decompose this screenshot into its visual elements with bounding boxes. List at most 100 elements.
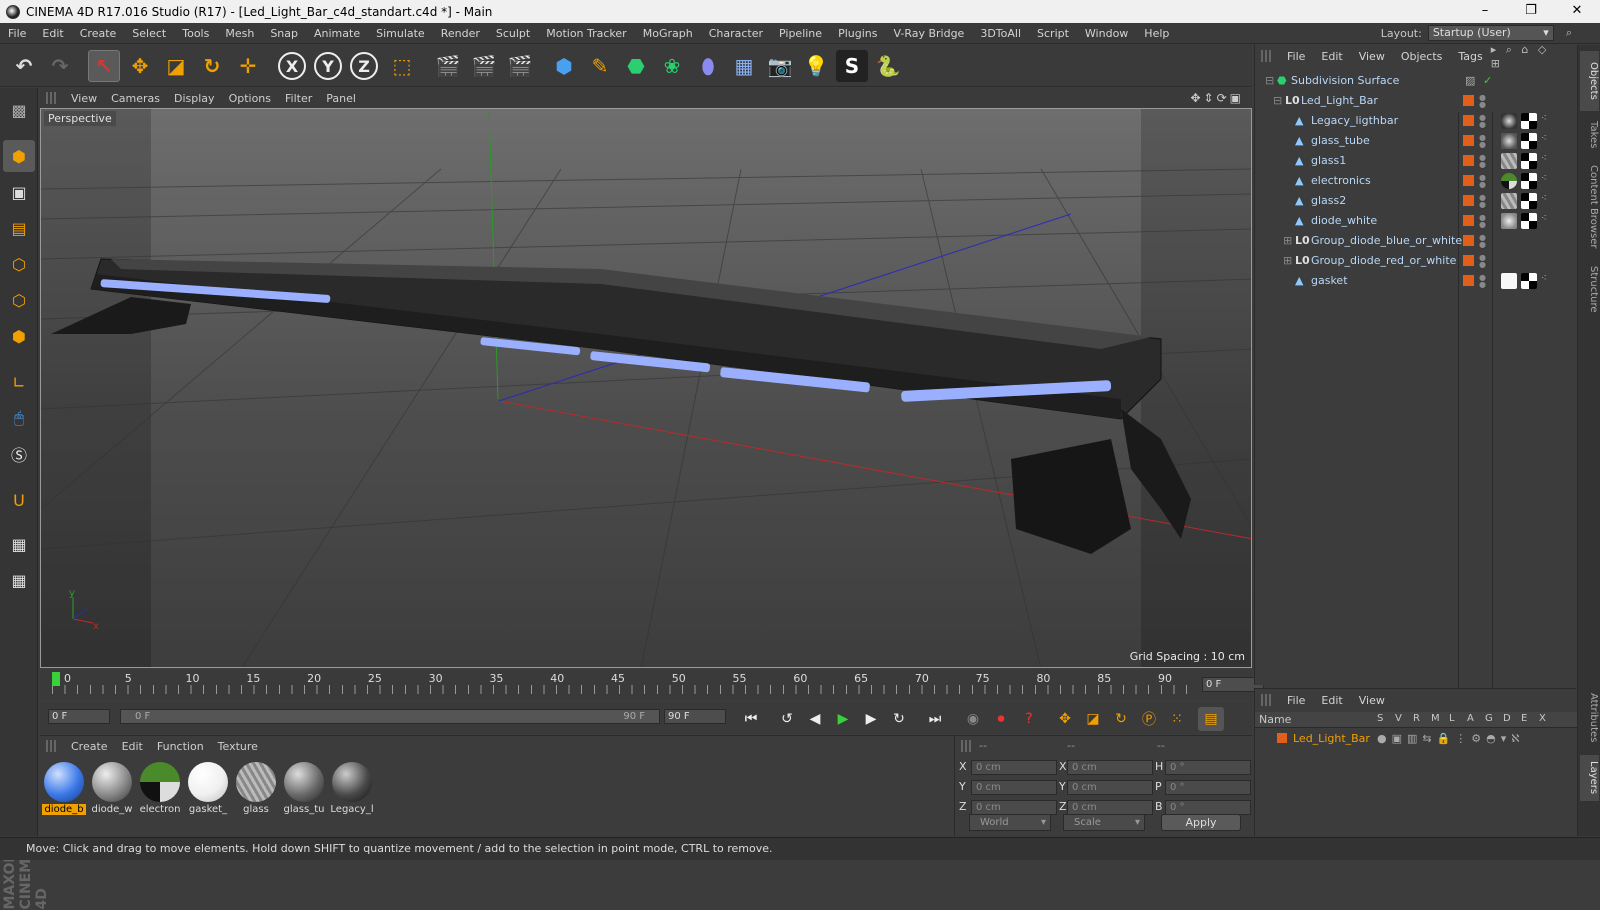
phong-tag-icon[interactable]: ⁖: [1541, 173, 1557, 189]
tab-takes[interactable]: Takes: [1580, 115, 1599, 155]
expand-icon[interactable]: ⊞: [1283, 254, 1292, 267]
material-tag-icon[interactable]: [1501, 113, 1517, 129]
render-settings-icon[interactable]: 🎬: [504, 50, 536, 82]
visibility-dots[interactable]: ● ●: [1479, 254, 1486, 269]
material-tag-icon[interactable]: [1501, 173, 1517, 189]
panel-grip-icon[interactable]: [1261, 694, 1271, 706]
z-axis-lock-icon[interactable]: Z: [350, 52, 378, 80]
viewport-nav-icons[interactable]: ✥⇕⟳▣: [1190, 91, 1244, 105]
x-axis-lock-icon[interactable]: X: [278, 52, 306, 80]
tab-objects[interactable]: Objects: [1580, 51, 1599, 111]
end-frame-field[interactable]: 90 F: [664, 709, 726, 724]
workplane-mode-icon[interactable]: ▤: [3, 212, 35, 244]
vray-icon[interactable]: S: [836, 50, 868, 82]
material-tag-icon[interactable]: [1501, 153, 1517, 169]
phong-tag-icon[interactable]: ⁖: [1541, 273, 1557, 289]
object-row[interactable]: ▲ electronics ● ● ⁖: [1255, 171, 1577, 191]
collapse-icon[interactable]: ⊟: [1265, 74, 1274, 87]
minimize-button[interactable]: –: [1462, 0, 1508, 23]
menu-animate[interactable]: Animate: [306, 23, 368, 44]
floor-icon[interactable]: ▦: [728, 50, 760, 82]
rotation-h-field[interactable]: 0 °: [1165, 760, 1251, 775]
material-swatch[interactable]: gasket_: [186, 762, 230, 815]
position-y-field[interactable]: 0 cm: [971, 780, 1057, 795]
rotate-tool-icon[interactable]: ↻: [196, 50, 228, 82]
deformer-icon[interactable]: ⬮: [692, 50, 724, 82]
uvw-tag-icon[interactable]: [1521, 153, 1537, 169]
solo-mode-icon[interactable]: Ⓢ: [3, 438, 35, 470]
tab-layers[interactable]: Layers: [1580, 755, 1599, 801]
prev-frame-icon[interactable]: ◀: [802, 707, 828, 731]
uvw-tag-icon[interactable]: [1521, 213, 1537, 229]
expand-icon[interactable]: ⊞: [1283, 234, 1292, 247]
visibility-dots[interactable]: ● ●: [1479, 214, 1486, 229]
viewport-menu-filter[interactable]: Filter: [278, 92, 319, 105]
y-axis-lock-icon[interactable]: Y: [314, 52, 342, 80]
polygons-mode-icon[interactable]: ⬢: [3, 320, 35, 352]
menu-select[interactable]: Select: [124, 23, 174, 44]
uvw-tag-icon[interactable]: [1521, 193, 1537, 209]
frame-range-slider[interactable]: 0 F 90 F: [120, 709, 660, 724]
coordinate-system-icon[interactable]: ⬚: [386, 50, 418, 82]
layer-menu-edit[interactable]: Edit: [1313, 694, 1350, 707]
object-menu-file[interactable]: File: [1279, 50, 1313, 63]
uvw-tag-icon[interactable]: [1521, 173, 1537, 189]
object-menu-view[interactable]: View: [1351, 50, 1393, 63]
object-menu-tags[interactable]: Tags: [1450, 50, 1490, 63]
layer-row[interactable]: Led_Light_Bar ●▣▥⇆🔒⋮⚙◓▾ℵ: [1255, 729, 1577, 749]
panel-grip-icon[interactable]: [46, 740, 56, 752]
maximize-button[interactable]: ❐: [1508, 0, 1554, 23]
object-row[interactable]: ⊟ L0 Led_Light_Bar ● ●: [1255, 91, 1577, 111]
phong-tag-icon[interactable]: ⁖: [1541, 153, 1557, 169]
viewport-menu-display[interactable]: Display: [167, 92, 222, 105]
uvw-tag-icon[interactable]: [1521, 273, 1537, 289]
visibility-dots[interactable]: ● ●: [1479, 154, 1486, 169]
rotation-b-field[interactable]: 0 °: [1165, 800, 1251, 815]
undo-icon[interactable]: ↶: [8, 50, 40, 82]
panel-grip-icon[interactable]: [46, 92, 56, 104]
menu-tools[interactable]: Tools: [174, 23, 217, 44]
scale-tool-icon[interactable]: ◪: [160, 50, 192, 82]
texture-mode-icon[interactable]: ▣: [3, 176, 35, 208]
material-tag-icon[interactable]: [1501, 213, 1517, 229]
render-view-icon[interactable]: 🎬: [432, 50, 464, 82]
menu-simulate[interactable]: Simulate: [368, 23, 433, 44]
material-tag-icon[interactable]: [1501, 193, 1517, 209]
visibility-dots[interactable]: ● ●: [1479, 94, 1486, 109]
viewport-menu-panel[interactable]: Panel: [319, 92, 363, 105]
edges-mode-icon[interactable]: ⬡: [3, 284, 35, 316]
redo-icon[interactable]: ↷: [44, 50, 76, 82]
material-swatch[interactable]: glass: [234, 762, 278, 815]
enabled-check-icon[interactable]: ✓: [1483, 74, 1492, 87]
pen-spline-icon[interactable]: ✎: [584, 50, 616, 82]
object-row[interactable]: ▲ gasket ● ● ⁖: [1255, 271, 1577, 291]
live-selection-icon[interactable]: ↖: [88, 50, 120, 82]
layer-menu-file[interactable]: File: [1279, 694, 1313, 707]
timeline-ruler[interactable]: 0 5 10 15 20 25 30 35 40 45 50 55 60 65 70 75 80 85 90 0 F: [40, 670, 1264, 700]
layer-color-swatch[interactable]: [1463, 115, 1474, 126]
tab-structure[interactable]: Structure: [1580, 259, 1599, 319]
menu-edit[interactable]: Edit: [34, 23, 71, 44]
size-mode-dropdown[interactable]: Scale: [1063, 814, 1145, 831]
keyframe-selection-icon[interactable]: ?: [1016, 707, 1042, 731]
material-swatch[interactable]: glass_tu: [282, 762, 326, 815]
layer-color-swatch[interactable]: [1463, 135, 1474, 146]
array-icon[interactable]: ❀: [656, 50, 688, 82]
close-button[interactable]: ✕: [1554, 0, 1600, 23]
viewport-menu-cameras[interactable]: Cameras: [104, 92, 167, 105]
menu-help[interactable]: Help: [1136, 23, 1177, 44]
tab-content-browser[interactable]: Content Browser: [1580, 159, 1599, 255]
transform-tool-icon[interactable]: ✛: [232, 50, 264, 82]
visibility-dots[interactable]: ● ●: [1479, 114, 1486, 129]
object-menu-edit[interactable]: Edit: [1313, 50, 1350, 63]
material-swatch[interactable]: Legacy_l: [330, 762, 374, 815]
material-menu-create[interactable]: Create: [64, 740, 115, 753]
visibility-dots[interactable]: ● ●: [1479, 194, 1486, 209]
coordinate-mode-dropdown[interactable]: World: [969, 814, 1051, 831]
layer-color-swatch[interactable]: [1463, 95, 1474, 106]
python-icon[interactable]: 🐍: [872, 50, 904, 82]
snap-icon[interactable]: U: [3, 484, 35, 516]
autokey-icon[interactable]: ⏺: [988, 707, 1014, 731]
edit-check-icon[interactable]: ▨: [1465, 74, 1475, 87]
object-row[interactable]: ▲ glass_tube ● ● ⁖: [1255, 131, 1577, 151]
